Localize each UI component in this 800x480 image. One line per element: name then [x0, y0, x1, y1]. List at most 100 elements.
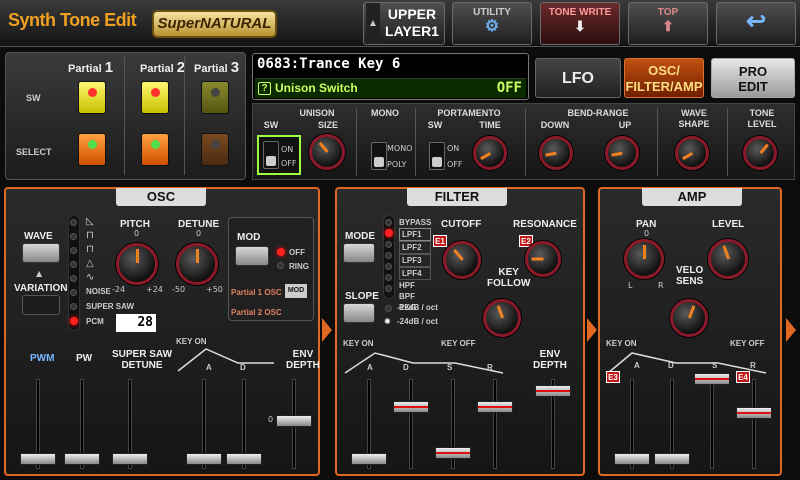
osc-env-depth-line1: ENV [292, 349, 314, 360]
mono-poly-toggle[interactable] [371, 142, 387, 170]
filter-type-bpf[interactable]: BPF [399, 291, 431, 302]
filter-d-slider-thumb[interactable] [393, 401, 429, 413]
pwm-slider-thumb[interactable] [20, 453, 56, 465]
wave-noise-label[interactable]: NOISE [86, 287, 111, 296]
wave-shape-label: WAVE SHAPE [669, 108, 719, 130]
amp-r-slider-track[interactable] [752, 379, 756, 469]
layer-select-button[interactable]: ▲ UPPER LAYER1 [363, 2, 445, 45]
tone-name: 0683:Trance Key 6 [257, 56, 401, 72]
tone-level-knob[interactable] [743, 136, 777, 170]
tab-lfo[interactable]: LFO [535, 58, 621, 98]
level-label: LEVEL [712, 219, 745, 230]
filter-type-list[interactable]: BYPASS LPF1 LPF2 LPF3 LPF4 HPF BPF PKG [399, 217, 432, 313]
filter-d-slider-track[interactable] [409, 379, 413, 469]
cutoff-label: CUTOFF [441, 219, 482, 230]
back-button[interactable]: ↩ [716, 2, 796, 45]
amp-a-slider-thumb[interactable] [614, 453, 650, 465]
filter-env-r-label: R [487, 363, 493, 372]
amp-s-slider-thumb[interactable] [694, 373, 730, 385]
amp-right-arrow-icon [786, 318, 796, 342]
unison-size-knob[interactable] [309, 134, 345, 170]
level-knob[interactable] [708, 239, 748, 279]
filter-type-bypass[interactable]: BYPASS [399, 217, 431, 228]
unison-switch-toggle[interactable] [263, 141, 279, 169]
filter-depth-slider-thumb[interactable] [535, 385, 571, 397]
tab-osc-line1: OSC/ [648, 63, 680, 78]
portamento-time-knob[interactable] [473, 136, 507, 170]
utility-button[interactable]: UTILITY ⚙ [452, 2, 532, 45]
top-button[interactable]: TOP ⬆ [628, 2, 708, 45]
osc-wave-label: WAVE [24, 231, 53, 242]
pan-knob[interactable] [624, 239, 664, 279]
help-icon[interactable]: ? [258, 82, 271, 95]
portamento-sw-toggle[interactable] [429, 142, 445, 170]
velo-sens-knob[interactable] [670, 299, 708, 337]
osc-panel: OSC WAVE ▲ VARIATION ◺ ⊓ ⊓ △ ∿ NOISE SUPER S… [4, 187, 320, 476]
partial-2-sw-button[interactable] [141, 81, 169, 114]
filter-a-slider-thumb[interactable] [351, 453, 387, 465]
amp-env-a-label: A [634, 361, 640, 370]
osc-env-d-slider-thumb[interactable] [226, 453, 262, 465]
layer-arrows-icon[interactable]: ▲ [366, 3, 380, 44]
cutoff-knob[interactable] [443, 241, 481, 279]
osc-env-a-slider-thumb[interactable] [186, 453, 222, 465]
portamento-off-label: OFF [447, 160, 463, 169]
pwm-label: PWM [30, 353, 55, 364]
partial-3-header: Partial 3 [194, 59, 239, 76]
partial-1-select-button[interactable] [78, 133, 106, 166]
filter-s-slider-thumb[interactable] [435, 447, 471, 459]
filter-env-depth-line1: ENV [539, 349, 561, 360]
detune-knob[interactable] [176, 243, 218, 285]
unison-on-label: ON [281, 145, 294, 154]
key-follow-knob[interactable] [483, 299, 521, 337]
tab-pro-edit[interactable]: PRO EDIT [711, 58, 795, 98]
pitch-knob[interactable] [116, 243, 158, 285]
amp-d-slider-thumb[interactable] [654, 453, 690, 465]
wave-shape-line2: SHAPE [678, 119, 710, 129]
amp-r-slider-thumb[interactable] [736, 407, 772, 419]
filter-panel: FILTER MODE BYPASS LPF1 LPF2 LPF3 LPF4 H… [335, 187, 585, 476]
wave-shape-knob[interactable] [675, 136, 709, 170]
filter-type-lpf1[interactable]: LPF1 [399, 228, 432, 241]
filter-mode-button[interactable] [343, 243, 375, 263]
filter-type-lpf3[interactable]: LPF3 [399, 254, 432, 267]
bend-up-knob[interactable] [605, 136, 639, 170]
filter-r-slider-track[interactable] [493, 379, 497, 469]
filter-r-slider-thumb[interactable] [477, 401, 513, 413]
osc-env-depth-line2: DEPTH [286, 360, 320, 371]
tab-osc-filter-amp[interactable]: OSC/FILTER/AMP [624, 58, 704, 98]
filter-type-hpf[interactable]: HPF [399, 280, 431, 291]
pcm-number-field[interactable]: 28 [116, 314, 156, 332]
partial-1-sw-button[interactable] [78, 81, 106, 114]
unison-switch-highlight[interactable]: ON OFF [257, 135, 301, 175]
partial-2-select-button[interactable] [141, 133, 169, 166]
mod-off-label: OFF [289, 248, 305, 257]
lpf1-led [385, 229, 393, 237]
pw-slider-thumb[interactable] [64, 453, 100, 465]
filter-type-lpf4[interactable]: LPF4 [399, 267, 432, 280]
amp-s-slider-track[interactable] [710, 379, 714, 469]
partial-3-sw-button[interactable] [201, 81, 229, 114]
osc-env-depth-slider-thumb[interactable] [276, 415, 312, 427]
download-icon: ⬇ [574, 18, 586, 34]
osc-variation-button[interactable] [22, 295, 60, 315]
partial-3-select-button[interactable] [201, 133, 229, 166]
osc-envelope-graph [177, 348, 274, 372]
amp-env-r-label: R [750, 361, 756, 370]
select-row-label: SELECT [16, 147, 52, 157]
tone-write-button[interactable]: TONE WRITE ⬇ [540, 2, 620, 45]
resonance-knob[interactable] [525, 241, 561, 277]
ssd-slider-thumb[interactable] [112, 453, 148, 465]
wave-pcm-label[interactable]: PCM [86, 317, 104, 326]
wave-super-saw-label[interactable]: SUPER SAW [86, 302, 134, 311]
tone-level-line1: TONE [749, 108, 775, 118]
mono-option-label: MONO [387, 144, 413, 153]
filter-type-lpf2[interactable]: LPF2 [399, 241, 432, 254]
mod-button[interactable] [235, 246, 269, 266]
wave-icons[interactable]: ◺ ⊓ ⊓ △ ∿ [86, 215, 94, 285]
ssd-line2: DETUNE [121, 360, 163, 371]
filter-slope-button[interactable] [343, 303, 375, 323]
osc-wave-button[interactable] [22, 243, 60, 263]
layer-line2: LAYER1 [385, 23, 439, 39]
bend-down-knob[interactable] [539, 136, 573, 170]
